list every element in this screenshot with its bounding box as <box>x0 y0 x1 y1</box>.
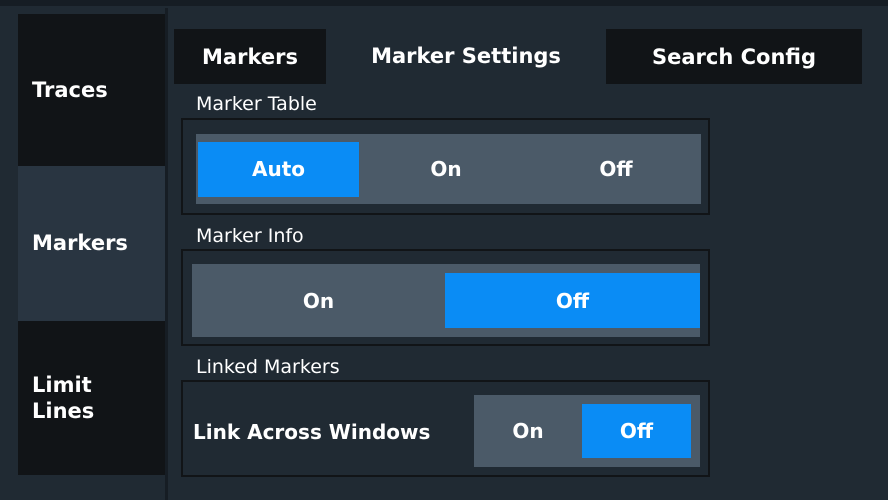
tab-marker-settings-label: Marker Settings <box>371 44 561 68</box>
marker-table-on-segment[interactable]: On <box>361 134 531 204</box>
marker-info-toggle: On Off <box>192 264 700 337</box>
marker-table-off-segment[interactable]: Off <box>531 134 701 204</box>
marker-info-title: Marker Info <box>196 225 304 247</box>
marker-table-on-label: On <box>430 157 462 181</box>
side-tab-markers-label: Markers <box>32 231 128 256</box>
marker-info-on-segment[interactable]: On <box>192 264 445 337</box>
side-tab-traces[interactable]: Traces <box>18 14 165 166</box>
linked-markers-title: Linked Markers <box>196 356 340 378</box>
tab-marker-settings[interactable]: Marker Settings <box>330 26 602 86</box>
link-across-windows-toggle: On Off <box>474 395 700 467</box>
side-tab-limit-lines[interactable]: Limit Lines <box>18 321 165 475</box>
marker-table-toggle: Auto On Off <box>196 134 701 204</box>
side-tab-markers[interactable]: Markers <box>18 166 168 321</box>
link-off-segment[interactable]: Off <box>582 404 691 458</box>
tab-search-config-label: Search Config <box>652 44 816 69</box>
marker-table-auto-segment[interactable]: Auto <box>196 134 361 204</box>
tab-search-config[interactable]: Search Config <box>606 29 862 84</box>
link-on-label: On <box>512 419 544 443</box>
side-tab-traces-label: Traces <box>32 77 108 102</box>
marker-table-off-label: Off <box>599 157 633 181</box>
marker-table-title: Marker Table <box>196 93 317 115</box>
tab-markers-label: Markers <box>202 44 298 69</box>
marker-info-on-label: On <box>302 288 335 313</box>
marker-info-off-label: Off <box>555 288 590 313</box>
link-off-label: Off <box>619 419 654 443</box>
link-on-segment[interactable]: On <box>474 395 582 467</box>
marker-table-auto-label: Auto <box>251 157 306 181</box>
link-across-windows-label: Link Across Windows <box>193 420 431 444</box>
side-tab-limit-lines-label: Limit Lines <box>32 372 95 423</box>
tab-markers[interactable]: Markers <box>174 29 326 84</box>
marker-info-off-segment[interactable]: Off <box>445 273 700 328</box>
top-border <box>0 0 888 6</box>
